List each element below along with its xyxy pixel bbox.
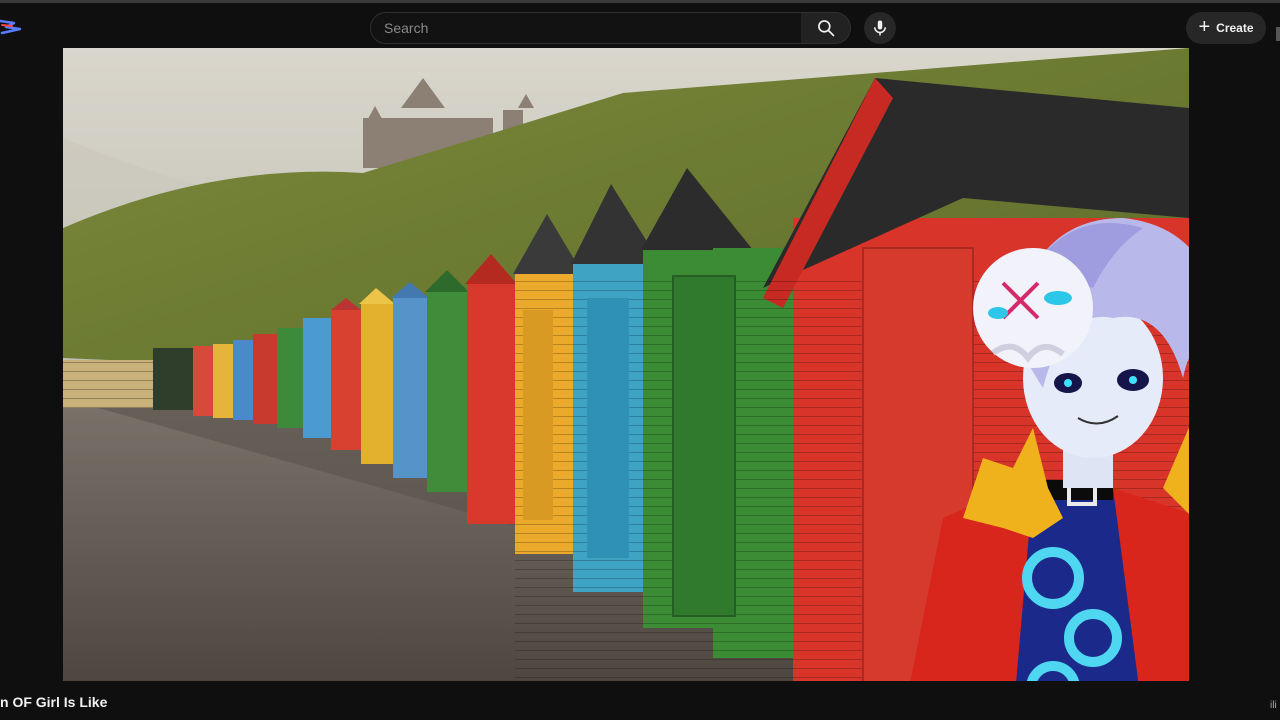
microphone-icon — [874, 20, 886, 36]
video-title-bar — [0, 681, 1280, 720]
corner-mark: ili — [1270, 700, 1277, 711]
app-logo-icon[interactable] — [0, 15, 22, 37]
create-button[interactable]: + Create — [1186, 12, 1266, 44]
plus-icon: + — [1198, 16, 1211, 38]
voice-search-button[interactable] — [864, 12, 896, 44]
search-input[interactable] — [371, 13, 801, 43]
create-label: Create — [1216, 21, 1254, 35]
avatar-edge[interactable] — [1276, 27, 1280, 41]
vtuber-avatar-overlay — [910, 218, 1189, 681]
top-bar: + Create — [0, 0, 1280, 48]
search-button[interactable] — [801, 12, 851, 44]
video-title[interactable]: n OF Girl Is Like — [0, 694, 107, 710]
search-box — [370, 12, 802, 44]
search-icon — [817, 20, 834, 37]
video-player[interactable] — [63, 48, 1189, 681]
